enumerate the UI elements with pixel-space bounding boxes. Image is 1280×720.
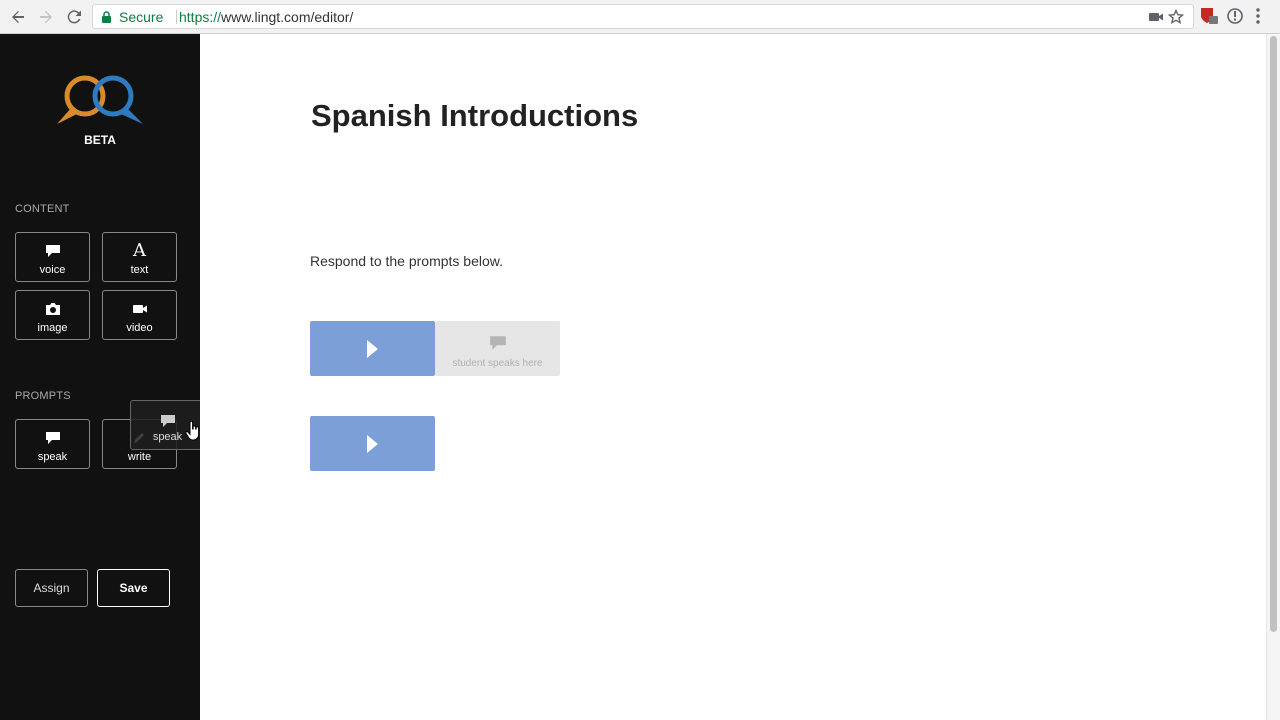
page-title[interactable]: Spanish Introductions (311, 98, 638, 134)
beta-label: BETA (84, 133, 116, 147)
content-text-button[interactable]: A text (102, 232, 177, 282)
prompt-1-play-button[interactable] (310, 321, 443, 376)
content-voice-label: voice (39, 264, 66, 276)
speech-bubble-icon (45, 432, 60, 444)
content-video-button[interactable]: video (102, 290, 177, 340)
prompt-2-play-button[interactable] (310, 416, 435, 471)
speech-bubble-icon (45, 245, 60, 257)
address-divider (176, 10, 177, 24)
secure-label: Secure (119, 9, 164, 25)
hand-cursor-icon (185, 421, 200, 441)
assign-button[interactable]: Assign (15, 569, 88, 607)
editor-canvas: Spanish Introductions Respond to the pro… (200, 34, 1266, 720)
more-menu-icon[interactable] (1252, 7, 1264, 25)
prompt-speak-label: speak (37, 451, 68, 463)
instructions-text[interactable]: Respond to the prompts below. (310, 253, 503, 269)
back-icon[interactable] (7, 6, 29, 28)
info-icon[interactable] (1226, 7, 1244, 25)
url-path: www.lingt.com/editor/ (221, 9, 354, 25)
address-bar[interactable]: Secure https://www.lingt.com/editor/ (92, 4, 1194, 29)
play-icon (367, 340, 378, 358)
content-section-label: CONTENT (15, 203, 70, 215)
content-voice-button[interactable]: voice (15, 232, 90, 282)
student-response-area[interactable]: student speaks here (435, 321, 560, 376)
lingt-logo (57, 75, 143, 124)
content-image-button[interactable]: image (15, 290, 90, 340)
extension-shield-icon[interactable] (1198, 6, 1220, 26)
url-text[interactable]: https://www.lingt.com/editor/ (179, 9, 353, 25)
bookmark-star-icon[interactable] (1168, 9, 1184, 25)
url-protocol: https:// (179, 9, 222, 25)
prompt-speak-button[interactable]: speak (15, 419, 90, 469)
speech-bubble-icon (160, 415, 175, 427)
content-image-label: image (37, 322, 68, 334)
scrollbar-thumb[interactable] (1270, 36, 1277, 632)
browser-toolbar: Secure https://www.lingt.com/editor/ (0, 0, 1280, 34)
video-camera-icon (132, 305, 147, 313)
lock-icon (102, 11, 111, 23)
letter-a-icon: A (133, 240, 146, 261)
camera-blocked-icon[interactable] (1148, 9, 1164, 25)
content-text-label: text (130, 264, 149, 276)
reload-icon[interactable] (63, 6, 85, 28)
forward-icon[interactable] (35, 6, 57, 28)
response-placeholder: student speaks here (452, 358, 543, 369)
page-scrollbar[interactable] (1266, 34, 1280, 720)
speech-bubble-icon (490, 336, 506, 350)
content-video-label: video (126, 322, 153, 334)
save-button[interactable]: Save (97, 569, 170, 607)
prompt-write-label: write (127, 451, 152, 463)
play-icon (367, 435, 378, 453)
editor-sidebar: BETA CONTENT voice A text image video PR… (0, 34, 200, 720)
prompts-section-label: PROMPTS (15, 390, 71, 402)
camera-icon (45, 303, 60, 315)
